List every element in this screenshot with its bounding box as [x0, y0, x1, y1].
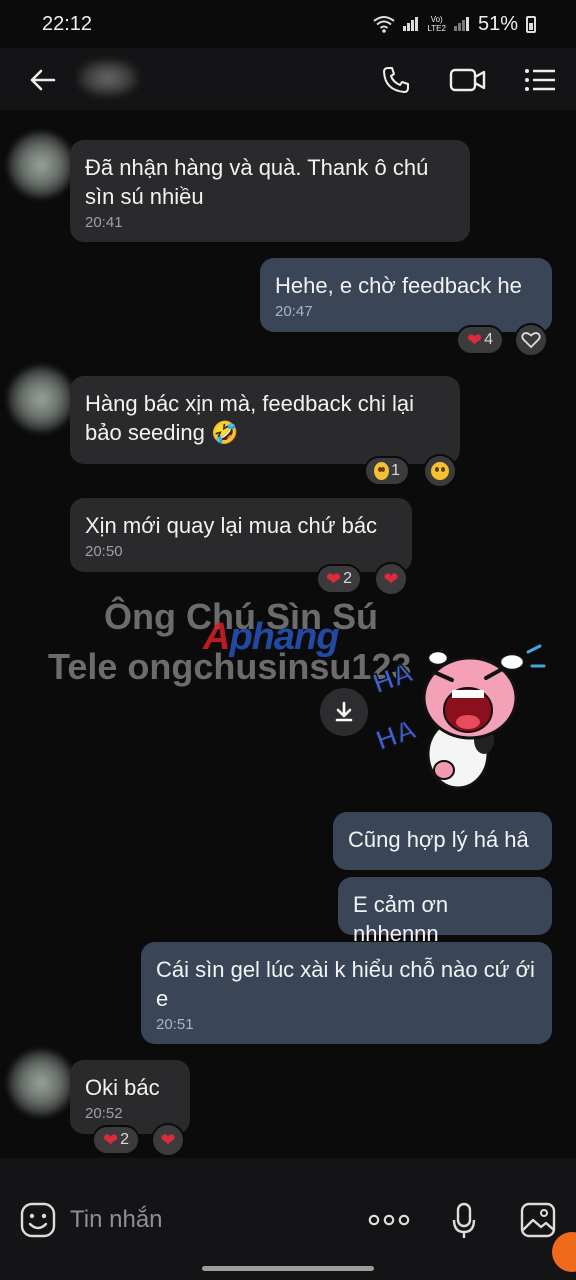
signal-icon-2	[453, 17, 470, 31]
heart-icon: ❤	[326, 569, 342, 589]
heart-icon: ❤	[160, 1130, 176, 1150]
download-button[interactable]	[320, 688, 368, 736]
message-text: Cái sìn gel lúc xài k hiểu chỗ nào cứ ới…	[156, 957, 535, 1011]
contact-name-blurred[interactable]	[78, 60, 138, 96]
signal-icon	[403, 17, 419, 31]
svg-text:HA: HA	[372, 713, 420, 756]
message-bubble[interactable]: Cũng hợp lý há hâ	[333, 812, 552, 870]
message-bubble[interactable]: Đã nhận hàng và quà. Thank ô chú sìn sú …	[70, 140, 470, 242]
message-text: Oki bác	[85, 1075, 160, 1100]
reaction-badge[interactable]: ❤ 4	[456, 325, 504, 355]
message-time: 20:47	[275, 303, 313, 320]
reaction-count: 1	[391, 462, 400, 479]
message-text: Đã nhận hàng và quà. Thank ô chú sìn sú …	[85, 155, 429, 209]
message-bubble[interactable]: Hàng bác xịn mà, feedback chi lại bảo se…	[70, 376, 460, 464]
chat-header	[0, 48, 576, 110]
message-text: Hàng bác xịn mà, feedback chi lại bảo se…	[85, 391, 414, 445]
message-time: 20:50	[85, 543, 123, 560]
more-options-button[interactable]	[368, 1210, 410, 1235]
message-time: 20:41	[85, 214, 123, 231]
reaction-badge[interactable]: ❤ 2	[92, 1125, 140, 1155]
avatar[interactable]	[8, 132, 74, 198]
add-reaction-button[interactable]: ❤	[374, 562, 408, 596]
reaction-badge[interactable]: 1	[364, 456, 410, 486]
image-icon	[520, 1202, 556, 1238]
network-label: Vo) LTE2	[427, 15, 446, 33]
message-time: 20:52	[85, 1105, 123, 1122]
message-input[interactable]: Tin nhắn	[70, 1206, 163, 1234]
add-reaction-button[interactable]	[423, 454, 457, 488]
message-bubble[interactable]: Cái sìn gel lúc xài k hiểu chỗ nào cứ ới…	[141, 942, 552, 1044]
message-text: E cảm ơn nhhennn	[353, 892, 449, 946]
message-bubble[interactable]: Xịn mới quay lại mua chứ bác 20:50	[70, 498, 412, 572]
phone-icon	[383, 67, 409, 93]
message-bubble[interactable]: E cảm ơn nhhennn	[338, 877, 552, 946]
heart-icon: ❤	[103, 1130, 119, 1150]
download-icon	[335, 701, 353, 722]
flushed-face-icon	[431, 462, 449, 480]
flushed-face-icon	[374, 462, 390, 480]
battery-percent: 51%	[477, 12, 518, 35]
voice-message-button[interactable]	[452, 1202, 476, 1245]
battery-icon	[526, 15, 536, 33]
heart-icon: ❤	[467, 330, 483, 350]
video-call-icon	[449, 68, 486, 92]
send-image-button[interactable]	[520, 1202, 556, 1243]
heart-outline-icon	[521, 332, 541, 349]
reaction-badge[interactable]: ❤ 2	[316, 564, 362, 594]
reaction-count: 2	[343, 570, 352, 587]
message-input-bar: Tin nhắn	[0, 1158, 576, 1280]
arrow-left-icon	[30, 69, 56, 91]
message-text: Hehe, e chờ feedback he	[275, 273, 522, 298]
status-icons: Vo) LTE2 51%	[373, 13, 536, 36]
heart-icon: ❤	[383, 569, 399, 589]
svg-text:HA: HA	[372, 656, 417, 699]
avatar[interactable]	[8, 1050, 74, 1116]
reaction-count: 2	[120, 1131, 129, 1148]
chat-menu-button[interactable]	[520, 60, 560, 100]
add-reaction-button[interactable]	[514, 323, 548, 357]
emoji-icon	[20, 1202, 56, 1238]
menu-icon	[525, 69, 555, 91]
microphone-icon	[452, 1202, 476, 1238]
status-bar: 22:12 Vo) LTE2 51%	[0, 0, 576, 48]
back-button[interactable]	[22, 60, 62, 100]
wifi-icon	[373, 16, 396, 33]
video-call-button[interactable]	[448, 60, 488, 100]
add-reaction-button[interactable]: ❤	[151, 1123, 185, 1157]
status-time: 22:12	[42, 12, 93, 35]
laughing-cow-haha-sticker[interactable]: HA HA	[372, 622, 552, 802]
reaction-count: 4	[484, 331, 493, 348]
message-time: 20:51	[156, 1016, 194, 1033]
voice-call-button[interactable]	[376, 60, 416, 100]
avatar[interactable]	[8, 366, 74, 432]
watermark-line2: Tele ongchusinsu123	[48, 646, 412, 687]
more-icon	[368, 1214, 410, 1226]
home-indicator[interactable]	[202, 1266, 374, 1271]
message-text: Cũng hợp lý há hâ	[348, 827, 529, 852]
emoji-button[interactable]	[20, 1202, 56, 1243]
chat-messages[interactable]: Đã nhận hàng và quà. Thank ô chú sìn sú …	[0, 110, 576, 1158]
message-bubble[interactable]: Hehe, e chờ feedback he 20:47	[260, 258, 552, 332]
message-text: Xịn mới quay lại mua chứ bác	[85, 513, 378, 538]
